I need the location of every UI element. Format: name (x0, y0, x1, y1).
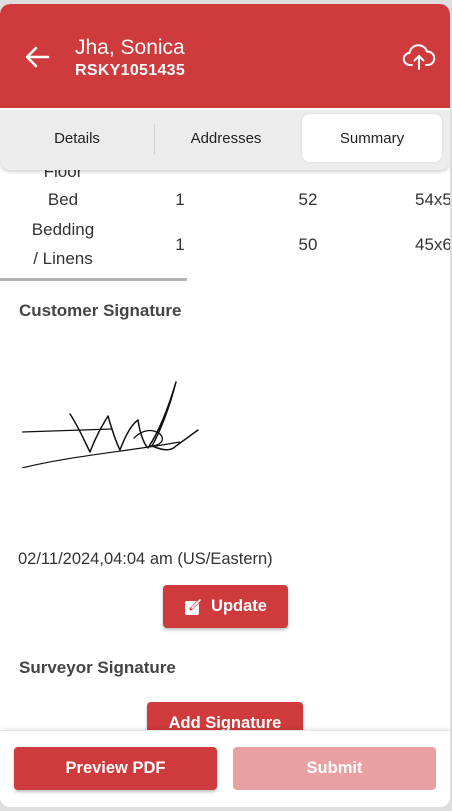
tab-summary[interactable]: Summary (302, 114, 442, 162)
submit-button[interactable]: Submit (233, 747, 436, 790)
table-cell-item: Bed (47, 190, 79, 209)
surveyor-signature-title: Surveyor Signature (19, 658, 176, 677)
preview-pdf-button[interactable]: Preview PDF (14, 747, 217, 790)
update-signature-label: Update (211, 597, 267, 615)
action-footer: Preview PDF Submit (0, 730, 450, 807)
customer-signature-image (21, 381, 199, 468)
upload-button[interactable] (399, 40, 439, 74)
add-signature-button[interactable]: Add Signature (147, 702, 303, 730)
table-cell-item: / Linens (33, 249, 93, 268)
tab-details[interactable]: Details (0, 114, 154, 162)
arrow-left-icon (25, 46, 50, 68)
table-cell-item: Bedding (31, 220, 95, 239)
summary-content[interactable]: Floor Bed 1 52 54x5 Bedding / Linens 1 5… (0, 170, 450, 730)
customer-signature-title: Customer Signature (19, 301, 182, 320)
table-cell-dims: 45x6 (415, 235, 450, 254)
customer-name: Jha, Sonica (75, 36, 185, 59)
back-button[interactable] (22, 44, 52, 70)
table-cell-qty: 1 (175, 235, 185, 254)
tab-bar: Details Addresses Summary (0, 110, 450, 170)
table-cell-value: 52 (298, 190, 318, 209)
app-header: Jha, Sonica RSKY1051435 (0, 4, 450, 108)
cloud-upload-icon (402, 44, 436, 70)
table-cell-qty: 1 (175, 190, 185, 209)
table-cell-dims: 54x5 (415, 190, 450, 209)
table-cell-item: Floor (43, 170, 83, 181)
signature-timestamp: 02/11/2024,04:04 am (US/Eastern) (18, 550, 273, 568)
summary-card: Jha, Sonica RSKY1051435 Details Addresse… (0, 4, 450, 807)
update-signature-button[interactable]: Update (163, 585, 288, 628)
edit-icon (185, 598, 202, 615)
table-cell-value: 50 (298, 235, 318, 254)
tab-addresses[interactable]: Addresses (155, 114, 297, 162)
table-horizontal-scrollbar[interactable] (0, 278, 187, 281)
customer-id: RSKY1051435 (75, 62, 186, 79)
